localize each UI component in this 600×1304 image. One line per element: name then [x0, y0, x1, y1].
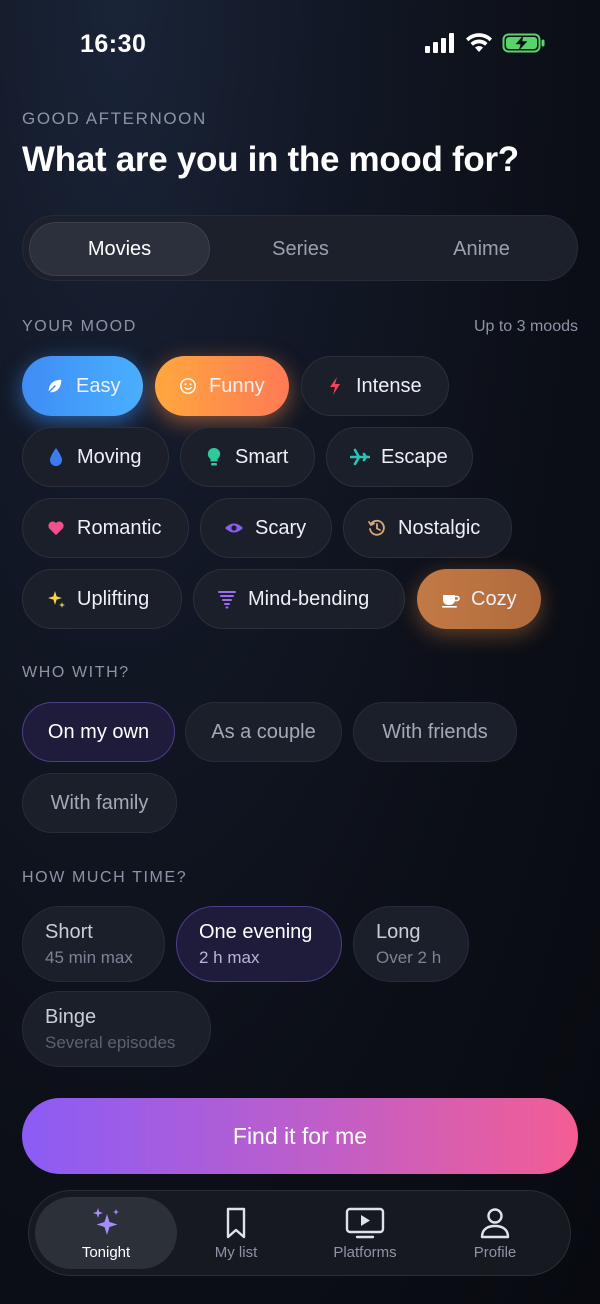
time-section-label: HOW MUCH TIME?: [22, 869, 188, 886]
lightbulb-icon: [203, 446, 225, 468]
mood-chip-intense[interactable]: Intense: [301, 356, 449, 416]
mood-chip-label: Easy: [76, 374, 121, 397]
mood-chip-label: Escape: [381, 445, 448, 468]
tornado-icon: [216, 588, 238, 610]
tab-label: My list: [214, 1243, 258, 1261]
mood-chip-nostalgic[interactable]: Nostalgic: [343, 498, 512, 558]
airplane-icon: [349, 446, 371, 468]
tab-tonight[interactable]: Tonight: [35, 1197, 177, 1269]
mood-chip-label: Cozy: [471, 587, 517, 610]
time-option-one-evening[interactable]: One evening 2 h max: [176, 906, 342, 982]
mood-chip-romantic[interactable]: Romantic: [22, 498, 189, 558]
mood-chip-label: Uplifting: [77, 587, 150, 610]
greeting: GOOD AFTERNOON: [22, 109, 207, 128]
time-option-title: Long: [376, 920, 421, 943]
segment-anime[interactable]: Anime: [391, 222, 572, 276]
who-option-with-friends[interactable]: With friends: [353, 702, 517, 762]
time-option-long[interactable]: Long Over 2 h: [353, 906, 469, 982]
signal-icon: [425, 33, 454, 53]
heart-icon: [45, 517, 67, 539]
mood-chip-uplifting[interactable]: Uplifting: [22, 569, 182, 629]
sparkles-icon: [45, 588, 67, 610]
mood-chip-label: Smart: [235, 445, 289, 468]
bookmark-icon: [226, 1207, 246, 1238]
lightning-icon: [324, 375, 346, 397]
mood-chip-scary[interactable]: Scary: [200, 498, 332, 558]
mood-chip-label: Nostalgic: [398, 516, 481, 539]
mood-chip-label: Scary: [255, 516, 307, 539]
wifi-icon: [466, 33, 492, 52]
mood-chip-cozy[interactable]: Cozy: [417, 569, 541, 629]
mood-chip-label: Intense: [356, 374, 422, 397]
user-icon: [480, 1207, 510, 1238]
page-title: What are you in the mood for?: [22, 140, 519, 179]
teacup-icon: [439, 588, 461, 610]
tab-profile[interactable]: Profile: [424, 1197, 566, 1269]
mood-section-label: YOUR MOOD: [22, 318, 137, 335]
leaf-icon: [44, 375, 66, 397]
status-time: 16:30: [80, 30, 147, 58]
tab-label: Profile: [473, 1243, 517, 1261]
tab-platforms[interactable]: Platforms: [294, 1197, 436, 1269]
tab-my-list[interactable]: My list: [165, 1197, 307, 1269]
mood-chip-moving[interactable]: Moving: [22, 427, 169, 487]
smiley-icon: [177, 375, 199, 397]
eye-icon: [223, 517, 245, 539]
segment-series[interactable]: Series: [210, 222, 391, 276]
droplet-icon: [45, 446, 67, 468]
content-type-segmented-control: Movies Series Anime: [22, 215, 578, 281]
tab-label: Tonight: [81, 1243, 131, 1261]
mood-chip-funny[interactable]: Funny: [155, 356, 289, 416]
time-option-subtitle: 45 min max: [45, 947, 133, 967]
tab-label: Platforms: [333, 1243, 397, 1261]
time-option-short[interactable]: Short 45 min max: [22, 906, 165, 982]
mood-chip-easy[interactable]: Easy: [22, 356, 143, 416]
time-option-title: One evening: [199, 920, 313, 943]
time-option-binge[interactable]: Binge Several episodes: [22, 991, 211, 1067]
mood-chip-mind-bending[interactable]: Mind-bending: [193, 569, 405, 629]
battery-charging-icon: [502, 33, 545, 53]
time-option-title: Binge: [45, 1005, 97, 1028]
mood-chip-label: Mind-bending: [248, 587, 370, 610]
mood-chip-label: Funny: [209, 374, 265, 397]
time-option-subtitle: Several episodes: [45, 1032, 176, 1052]
mood-limit-hint: Up to 3 moods: [473, 318, 578, 335]
find-it-button[interactable]: Find it for me: [22, 1098, 578, 1174]
history-clock-icon: [366, 517, 388, 539]
status-icons: [424, 32, 546, 54]
status-bar: 16:30: [0, 0, 600, 90]
who-option-on-my-own[interactable]: On my own: [22, 702, 175, 762]
who-option-as-a-couple[interactable]: As a couple: [185, 702, 342, 762]
mood-chip-smart[interactable]: Smart: [180, 427, 315, 487]
who-option-with-family[interactable]: With family: [22, 773, 177, 833]
mood-chip-label: Romantic: [77, 516, 162, 539]
mood-chip-label: Moving: [77, 445, 142, 468]
time-option-subtitle: 2 h max: [199, 947, 260, 967]
tv-play-icon: [345, 1207, 385, 1238]
mood-chip-escape[interactable]: Escape: [326, 427, 473, 487]
segment-movies[interactable]: Movies: [29, 222, 210, 276]
who-section-label: WHO WITH?: [22, 664, 130, 681]
time-option-subtitle: Over 2 h: [376, 947, 442, 967]
bottom-tab-bar: Tonight My list Platforms Profile: [28, 1190, 571, 1276]
time-option-title: Short: [45, 920, 93, 943]
sparkles-icon: [93, 1207, 119, 1235]
